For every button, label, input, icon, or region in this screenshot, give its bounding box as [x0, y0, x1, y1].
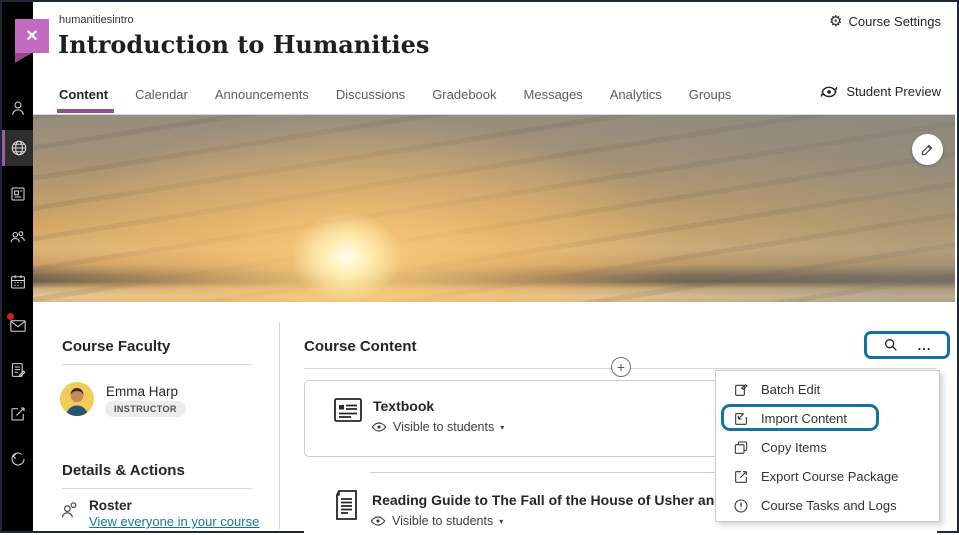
course-header: humanitiesintro Introduction to Humaniti…	[33, 4, 955, 74]
search-button[interactable]	[883, 337, 899, 353]
nav-messages[interactable]	[2, 308, 33, 344]
content-overflow-menu-button[interactable]: ...	[918, 338, 932, 353]
tab-discussions[interactable]: Discussions	[336, 75, 405, 114]
menu-item-import-content[interactable]: Import Content	[716, 404, 939, 433]
nav-activity-globe[interactable]	[2, 130, 33, 166]
document-icon	[332, 489, 360, 526]
close-course-button[interactable]: ✕	[15, 19, 49, 53]
app-window: ✕ humanitiesintro Introduction to Humani…	[0, 0, 959, 533]
close-tile-fold	[15, 53, 32, 63]
course-tabbar: Content Calendar Announcements Discussio…	[33, 74, 955, 115]
course-settings-label: Course Settings	[849, 14, 942, 29]
menu-item-label: Batch Edit	[761, 382, 820, 397]
base-nav-rail	[2, 2, 33, 531]
calendar-icon	[9, 273, 27, 291]
batch-edit-icon	[733, 382, 749, 398]
copy-items-icon	[733, 440, 749, 456]
eye-icon	[370, 515, 386, 527]
menu-item-label: Import Content	[761, 411, 847, 426]
profile-icon	[9, 99, 27, 117]
nav-tools[interactable]	[2, 396, 33, 432]
visibility-label: Visible to students	[393, 420, 494, 434]
course-content-heading: Course Content	[304, 338, 417, 355]
faculty-heading: Course Faculty	[62, 338, 170, 355]
menu-item-copy-items[interactable]: Copy Items	[716, 433, 939, 462]
tab-announcements[interactable]: Announcements	[215, 75, 309, 114]
student-preview-label: Student Preview	[846, 84, 941, 99]
textbook-icon	[333, 396, 363, 429]
details-divider	[62, 488, 252, 489]
nav-grades[interactable]	[2, 352, 33, 388]
visibility-selector[interactable]: Visible to students ▾	[371, 420, 504, 434]
edit-banner-button[interactable]	[912, 134, 943, 165]
chevron-down-icon: ▾	[499, 517, 503, 526]
visibility-selector[interactable]: Visible to students ▾	[370, 514, 503, 528]
nav-institution-pages[interactable]	[2, 176, 33, 212]
menu-item-course-tasks-logs[interactable]: Course Tasks and Logs	[716, 491, 939, 520]
grades-icon	[9, 361, 27, 379]
nav-sign-out[interactable]	[2, 441, 33, 477]
roster-link[interactable]: View everyone in your course	[89, 514, 259, 529]
tab-groups[interactable]: Groups	[689, 75, 732, 114]
notification-dot	[7, 313, 14, 320]
instructor-name: Emma Harp	[106, 384, 178, 399]
export-package-icon	[733, 469, 749, 485]
column-divider	[279, 322, 280, 529]
menu-item-label: Copy Items	[761, 440, 827, 455]
chevron-down-icon: ▾	[500, 423, 504, 432]
nav-courses[interactable]	[2, 219, 33, 255]
globe-icon	[10, 139, 28, 157]
tab-content[interactable]: Content	[59, 75, 108, 114]
tab-messages[interactable]: Messages	[524, 75, 583, 114]
compose-icon	[9, 405, 27, 423]
menu-item-label: Course Tasks and Logs	[761, 498, 897, 513]
nav-calendar[interactable]	[2, 264, 33, 300]
roster-icon	[59, 499, 81, 525]
import-content-icon	[733, 411, 749, 427]
details-actions-heading: Details & Actions	[62, 462, 185, 479]
menu-item-batch-edit[interactable]: Batch Edit	[716, 375, 939, 404]
student-preview-button[interactable]: Student Preview	[819, 83, 941, 100]
tab-gradebook[interactable]: Gradebook	[432, 75, 496, 114]
content-tools-highlight: ...	[864, 331, 950, 359]
tab-analytics[interactable]: Analytics	[610, 75, 662, 114]
institution-pages-icon	[9, 185, 27, 203]
instructor-role-badge: INSTRUCTOR	[105, 401, 186, 417]
envelope-icon	[9, 318, 27, 334]
add-content-button[interactable]: +	[611, 357, 631, 377]
content-overflow-menu: Batch Edit Import Content Copy Items Exp…	[715, 370, 940, 522]
item-title[interactable]: Reading Guide to The Fall of the House o…	[372, 492, 751, 508]
people-icon	[8, 228, 27, 246]
course-settings-button[interactable]: ⚙ Course Settings	[829, 14, 941, 29]
tab-calendar[interactable]: Calendar	[135, 75, 188, 114]
course-banner-image	[33, 115, 955, 302]
gear-icon: ⚙	[829, 14, 842, 29]
breadcrumb: humanitiesintro	[59, 14, 134, 26]
eye-icon	[371, 421, 387, 433]
close-icon: ✕	[25, 26, 38, 46]
sign-out-arrow-icon	[9, 450, 27, 468]
student-preview-icon	[819, 83, 839, 100]
avatar-photo	[60, 382, 94, 416]
page-title: Introduction to Humanities	[58, 30, 429, 59]
tab-list: Content Calendar Announcements Discussio…	[59, 74, 731, 114]
item-title[interactable]: Textbook	[373, 398, 434, 414]
nav-profile[interactable]	[2, 90, 33, 126]
tasks-logs-icon	[733, 498, 749, 514]
search-icon	[883, 337, 899, 353]
menu-item-label: Export Course Package	[761, 469, 898, 484]
faculty-divider	[62, 364, 252, 365]
menu-item-export-course-package[interactable]: Export Course Package	[716, 462, 939, 491]
avatar[interactable]	[60, 382, 94, 416]
pencil-icon	[920, 142, 935, 157]
item-divider	[370, 472, 746, 473]
roster-label: Roster	[89, 498, 132, 513]
visibility-label: Visible to students	[392, 514, 493, 528]
